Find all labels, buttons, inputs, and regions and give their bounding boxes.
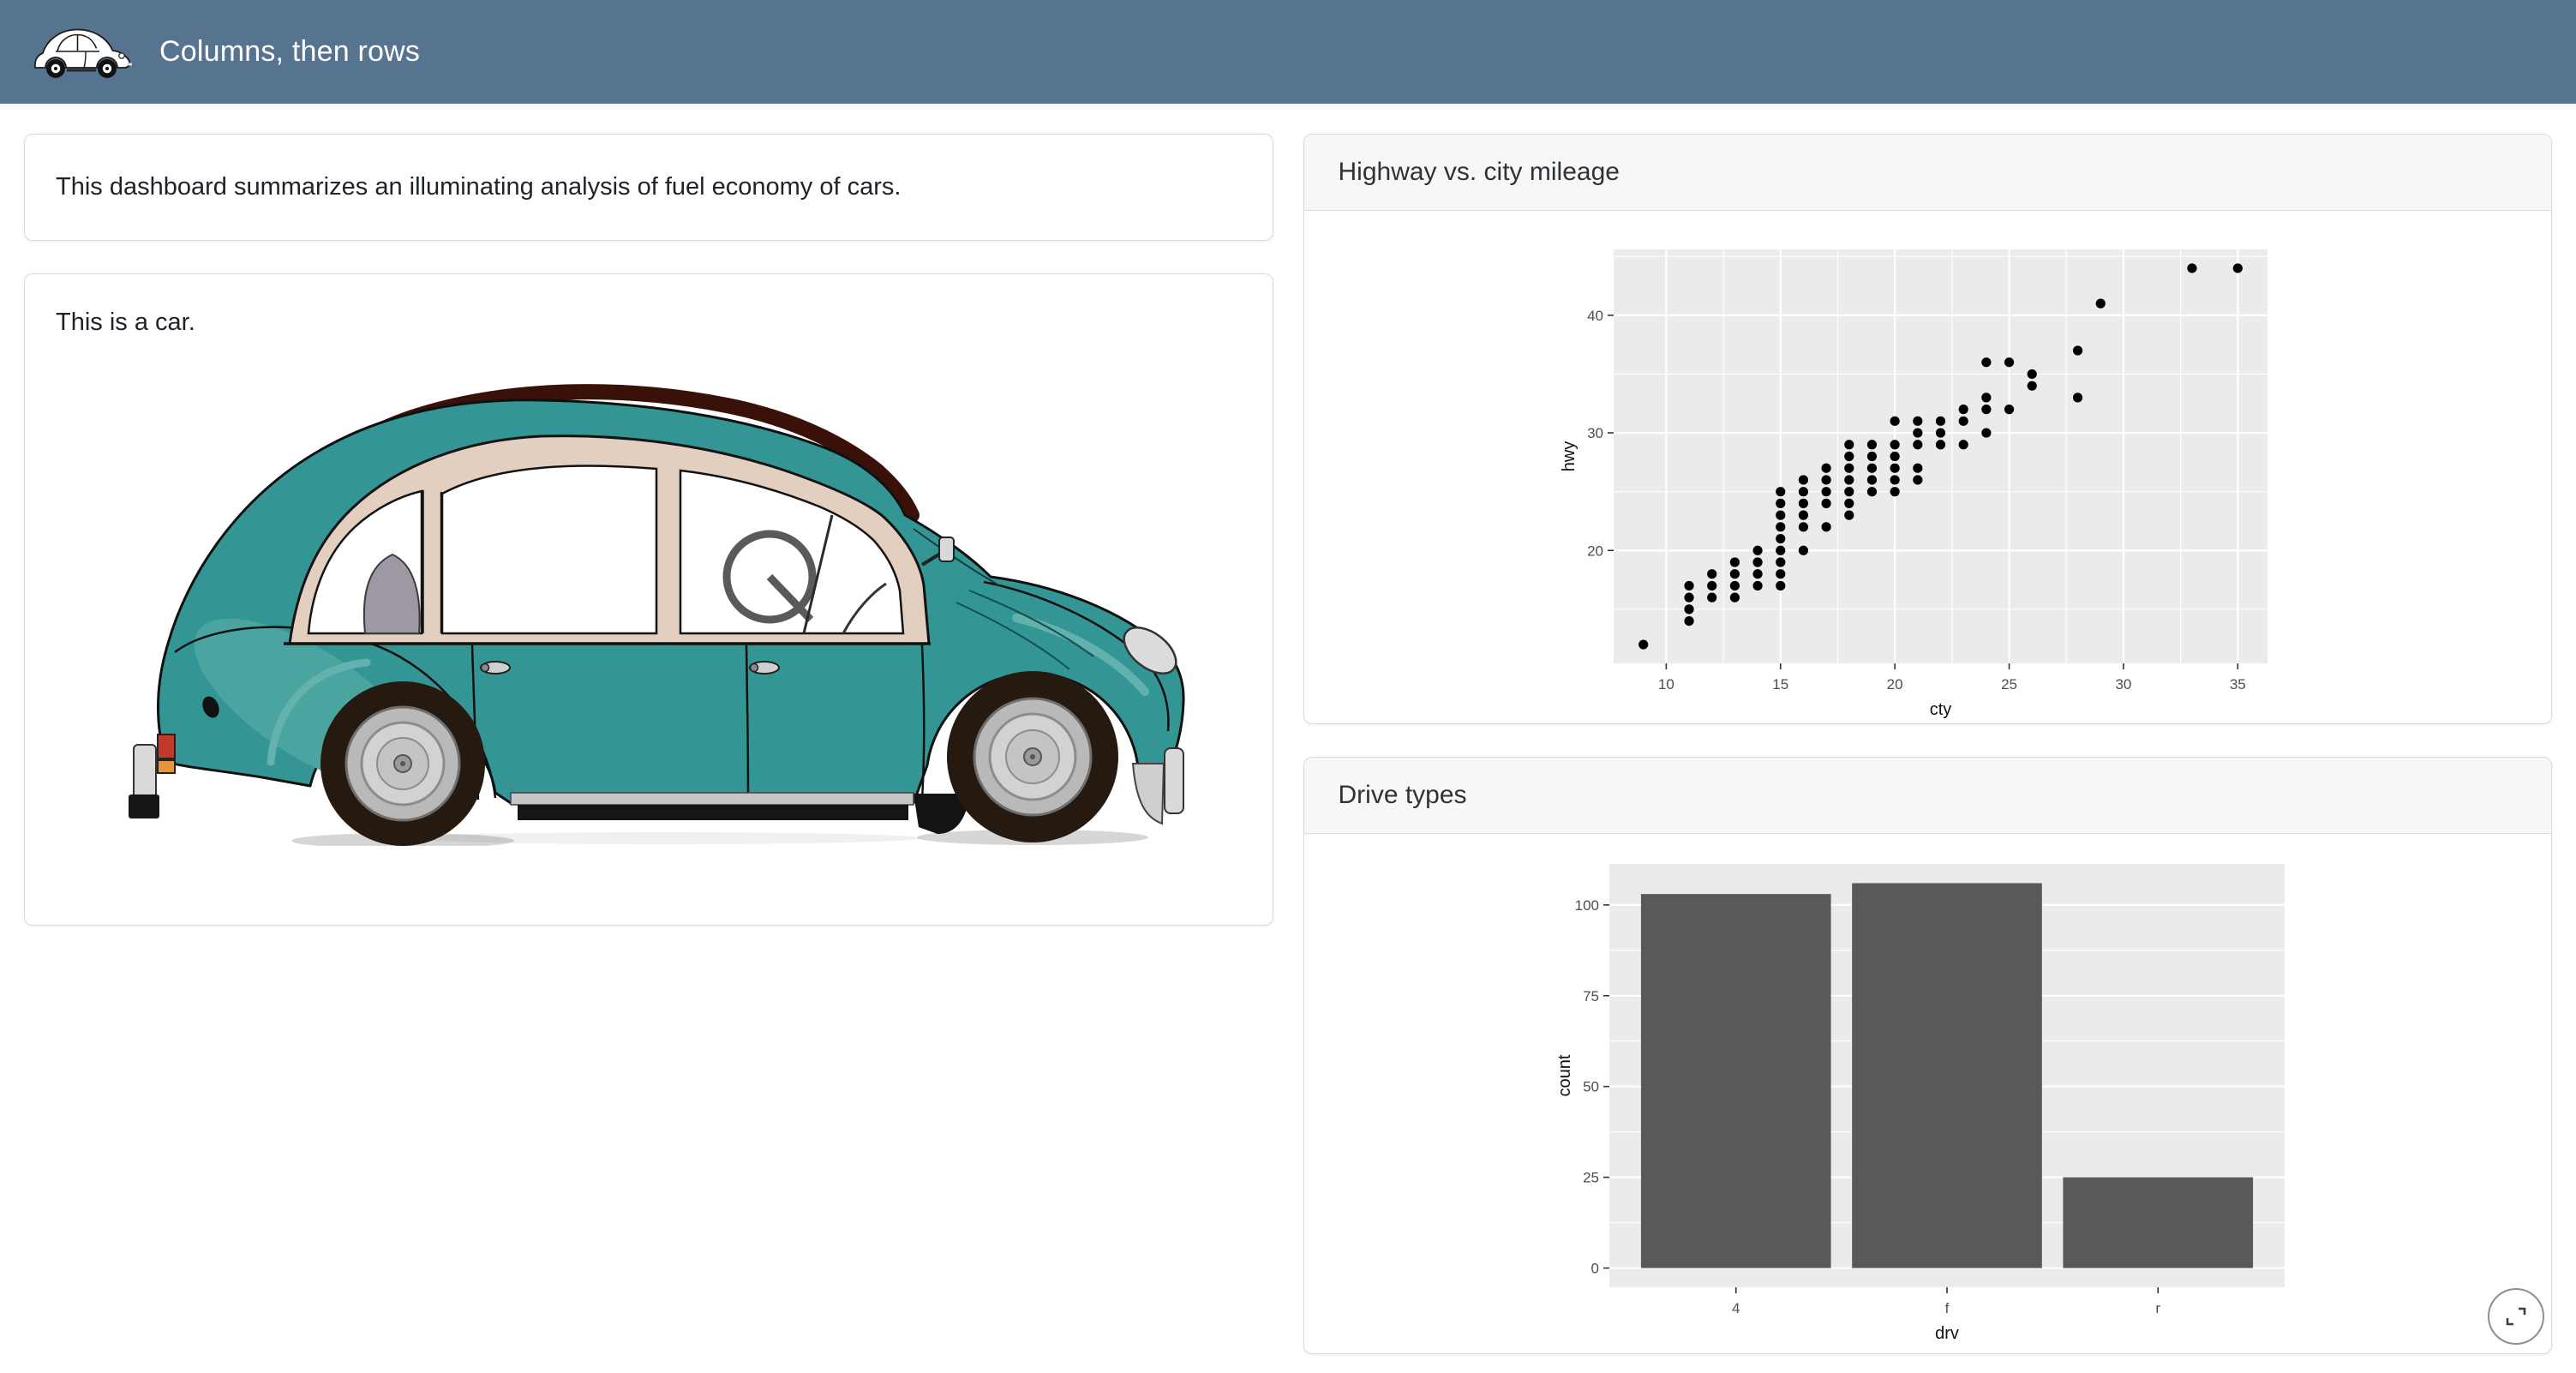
svg-text:25: 25 — [2001, 676, 2017, 692]
svg-text:75: 75 — [1583, 988, 1599, 1004]
summary-card: This dashboard summarizes an illuminatin… — [24, 134, 1273, 241]
summary-text: This dashboard summarizes an illuminatin… — [56, 173, 901, 201]
svg-text:20: 20 — [1886, 676, 1902, 692]
svg-text:40: 40 — [1587, 308, 1603, 324]
expand-icon — [2503, 1304, 2529, 1329]
svg-text:cty: cty — [1929, 700, 1951, 719]
svg-text:100: 100 — [1574, 897, 1598, 914]
left-column: This dashboard summarizes an illuminatin… — [24, 134, 1273, 1373]
mileage-card-title: Highway vs. city mileage — [1339, 158, 1620, 187]
door-handle — [750, 662, 779, 674]
svg-text:15: 15 — [1772, 676, 1788, 692]
car-image-wrap — [56, 361, 1242, 846]
dashboard-page: Columns, then rows This dashboard summar… — [0, 0, 2576, 1373]
car-2cv-illustration — [108, 361, 1189, 846]
car-card: This is a car. — [24, 273, 1273, 926]
svg-text:r: r — [2155, 1300, 2160, 1316]
svg-text:count: count — [1555, 1054, 1574, 1096]
svg-text:f: f — [1944, 1300, 1949, 1316]
drive-card: Drive types 4 f r 0 25 50 75 100 drv count — [1303, 757, 2553, 1354]
mileage-card-header: Highway vs. city mileage — [1304, 135, 2552, 211]
svg-text:50: 50 — [1583, 1079, 1599, 1095]
main-content: This dashboard summarizes an illuminatin… — [24, 134, 2552, 1373]
expand-button[interactable] — [2488, 1288, 2544, 1345]
rear-wheel — [321, 681, 485, 846]
svg-text:30: 30 — [1587, 425, 1603, 441]
scatter-chart: 10 15 20 25 30 35 20 30 40 cty hwy — [1304, 211, 2549, 723]
mileage-card-body: 10 15 20 25 30 35 20 30 40 cty hwy — [1304, 211, 2552, 723]
car-card-text: This is a car. — [56, 309, 1242, 337]
svg-text:30: 30 — [2115, 676, 2131, 692]
bar-chart: 4 f r 0 25 50 75 100 drv count — [1304, 834, 2549, 1353]
svg-text:25: 25 — [1583, 1170, 1599, 1186]
drive-card-title: Drive types — [1339, 781, 1467, 810]
svg-text:20: 20 — [1587, 543, 1603, 559]
svg-text:10: 10 — [1657, 676, 1674, 692]
mileage-card: Highway vs. city mileage 10 15 20 25 30 35 20 3… — [1303, 134, 2553, 724]
right-column: Highway vs. city mileage 10 15 20 25 30 35 20 3… — [1303, 134, 2553, 1373]
svg-text:4: 4 — [1732, 1300, 1740, 1316]
front-wheel — [947, 671, 1118, 842]
door-handle — [481, 662, 510, 674]
drive-card-header: Drive types — [1304, 758, 2552, 834]
svg-text:0: 0 — [1591, 1261, 1598, 1277]
svg-text:hwy: hwy — [1560, 441, 1579, 472]
svg-text:drv: drv — [1935, 1324, 1959, 1343]
navbar: Columns, then rows — [0, 0, 2576, 104]
svg-text:35: 35 — [2229, 676, 2245, 692]
navbar-title: Columns, then rows — [159, 35, 420, 69]
drive-card-body: 4 f r 0 25 50 75 100 drv count — [1304, 834, 2552, 1353]
beetle-car-icon — [33, 25, 134, 80]
